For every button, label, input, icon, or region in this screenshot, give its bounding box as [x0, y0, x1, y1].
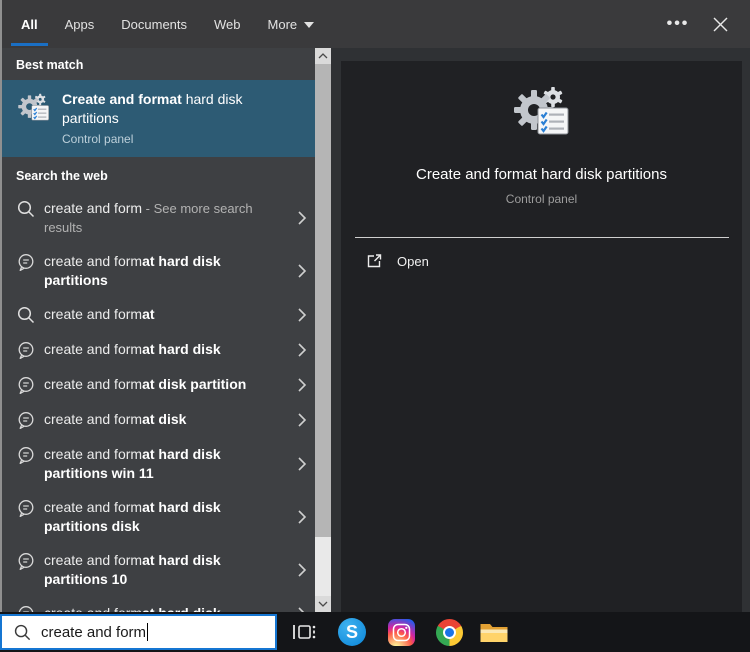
web-suggestion-icon	[16, 604, 36, 612]
search-input-text[interactable]: create and form	[41, 624, 146, 641]
results-scrollbar[interactable]	[315, 48, 331, 612]
suggestion-item[interactable]: create and format	[0, 298, 315, 333]
suggestion-item[interactable]: create and format disk	[0, 403, 315, 438]
chevron-right-icon[interactable]	[297, 307, 307, 323]
windows-search-flyout: All Apps Documents Web More ••• Best mat…	[0, 0, 750, 652]
chevron-up-icon	[318, 53, 328, 59]
preview-subtitle: Control panel	[341, 192, 742, 206]
open-icon	[365, 252, 383, 270]
scroll-down-button[interactable]	[315, 596, 331, 612]
tab-all[interactable]: All	[21, 17, 38, 32]
best-match-result[interactable]: Create and format hard disk partitions C…	[0, 80, 315, 157]
suggestion-item[interactable]: create and format disk partition	[0, 368, 315, 403]
search-the-web-header: Search the web	[0, 157, 315, 192]
chevron-right-icon[interactable]	[297, 377, 307, 393]
web-suggestion-icon	[16, 375, 36, 395]
tab-web[interactable]: Web	[214, 17, 241, 32]
preview-panel: Create and format hard disk partitions C…	[341, 61, 742, 612]
task-view-button[interactable]	[284, 612, 324, 652]
chevron-right-icon[interactable]	[297, 456, 307, 472]
taskbar-search-box[interactable]: create and form	[0, 614, 277, 650]
search-filter-bar: All Apps Documents Web More •••	[0, 0, 750, 48]
web-suggestion-icon	[16, 340, 36, 360]
disk-management-icon-large	[510, 84, 574, 148]
search-icon	[16, 305, 36, 325]
web-suggestion-icon	[16, 498, 36, 518]
task-view-icon	[291, 620, 317, 644]
close-icon	[713, 17, 728, 32]
web-suggestion-icon	[16, 445, 36, 465]
chevron-down-icon	[304, 22, 314, 28]
suggestion-item[interactable]: create and format hard disk partitions	[0, 245, 315, 298]
ellipsis-icon: •••	[667, 15, 690, 33]
best-match-subtitle: Control panel	[62, 131, 276, 147]
chrome-icon	[436, 619, 463, 646]
close-button[interactable]	[700, 0, 740, 48]
file-explorer-icon	[479, 620, 509, 644]
chevron-down-icon	[318, 601, 328, 607]
search-icon	[13, 623, 32, 642]
scroll-up-button[interactable]	[315, 48, 331, 64]
chevron-right-icon[interactable]	[297, 342, 307, 358]
web-suggestion-icon	[16, 410, 36, 430]
suggestion-item-partial[interactable]: create and format hard disk	[0, 597, 315, 612]
tab-more[interactable]: More	[268, 17, 315, 32]
scrollbar-thumb[interactable]	[315, 64, 331, 537]
suggestion-item[interactable]: create and format hard disk partitions 1…	[0, 544, 315, 597]
window-left-edge	[0, 0, 2, 612]
disk-management-icon	[16, 92, 52, 128]
tab-documents[interactable]: Documents	[121, 17, 187, 32]
suggestion-see-more[interactable]: create and form - See more search result…	[0, 192, 315, 245]
search-icon	[16, 199, 36, 219]
chevron-right-icon[interactable]	[297, 263, 307, 279]
instagram-app-button[interactable]	[381, 612, 421, 652]
open-action[interactable]: Open	[341, 247, 742, 275]
chevron-right-icon[interactable]	[297, 509, 307, 525]
more-options-button[interactable]: •••	[658, 0, 698, 48]
preview-region: Create and format hard disk partitions C…	[331, 48, 750, 612]
skype-icon: S	[338, 618, 366, 646]
taskbar: create and form S	[0, 612, 750, 652]
search-results-panel: Best match Create and format hard disk p…	[0, 48, 315, 612]
tab-apps[interactable]: Apps	[65, 17, 95, 32]
suggestion-item[interactable]: create and format hard disk	[0, 333, 315, 368]
chevron-right-icon[interactable]	[297, 210, 307, 226]
skype-app-button[interactable]: S	[332, 612, 372, 652]
suggestion-item[interactable]: create and format hard disk partitions w…	[0, 438, 315, 491]
chrome-app-button[interactable]	[429, 612, 469, 652]
web-suggestion-icon	[16, 551, 36, 571]
web-suggestion-icon	[16, 252, 36, 272]
divider	[355, 237, 729, 238]
text-cursor	[147, 623, 148, 641]
best-match-title: Create and format hard disk partitions	[62, 90, 276, 128]
file-explorer-button[interactable]	[474, 612, 514, 652]
chevron-right-icon[interactable]	[297, 562, 307, 578]
chevron-right-icon[interactable]	[297, 412, 307, 428]
preview-title: Create and format hard disk partitions	[341, 165, 742, 185]
instagram-icon	[388, 619, 415, 646]
suggestion-item[interactable]: create and format hard disk partitions d…	[0, 491, 315, 544]
best-match-header: Best match	[0, 48, 315, 73]
